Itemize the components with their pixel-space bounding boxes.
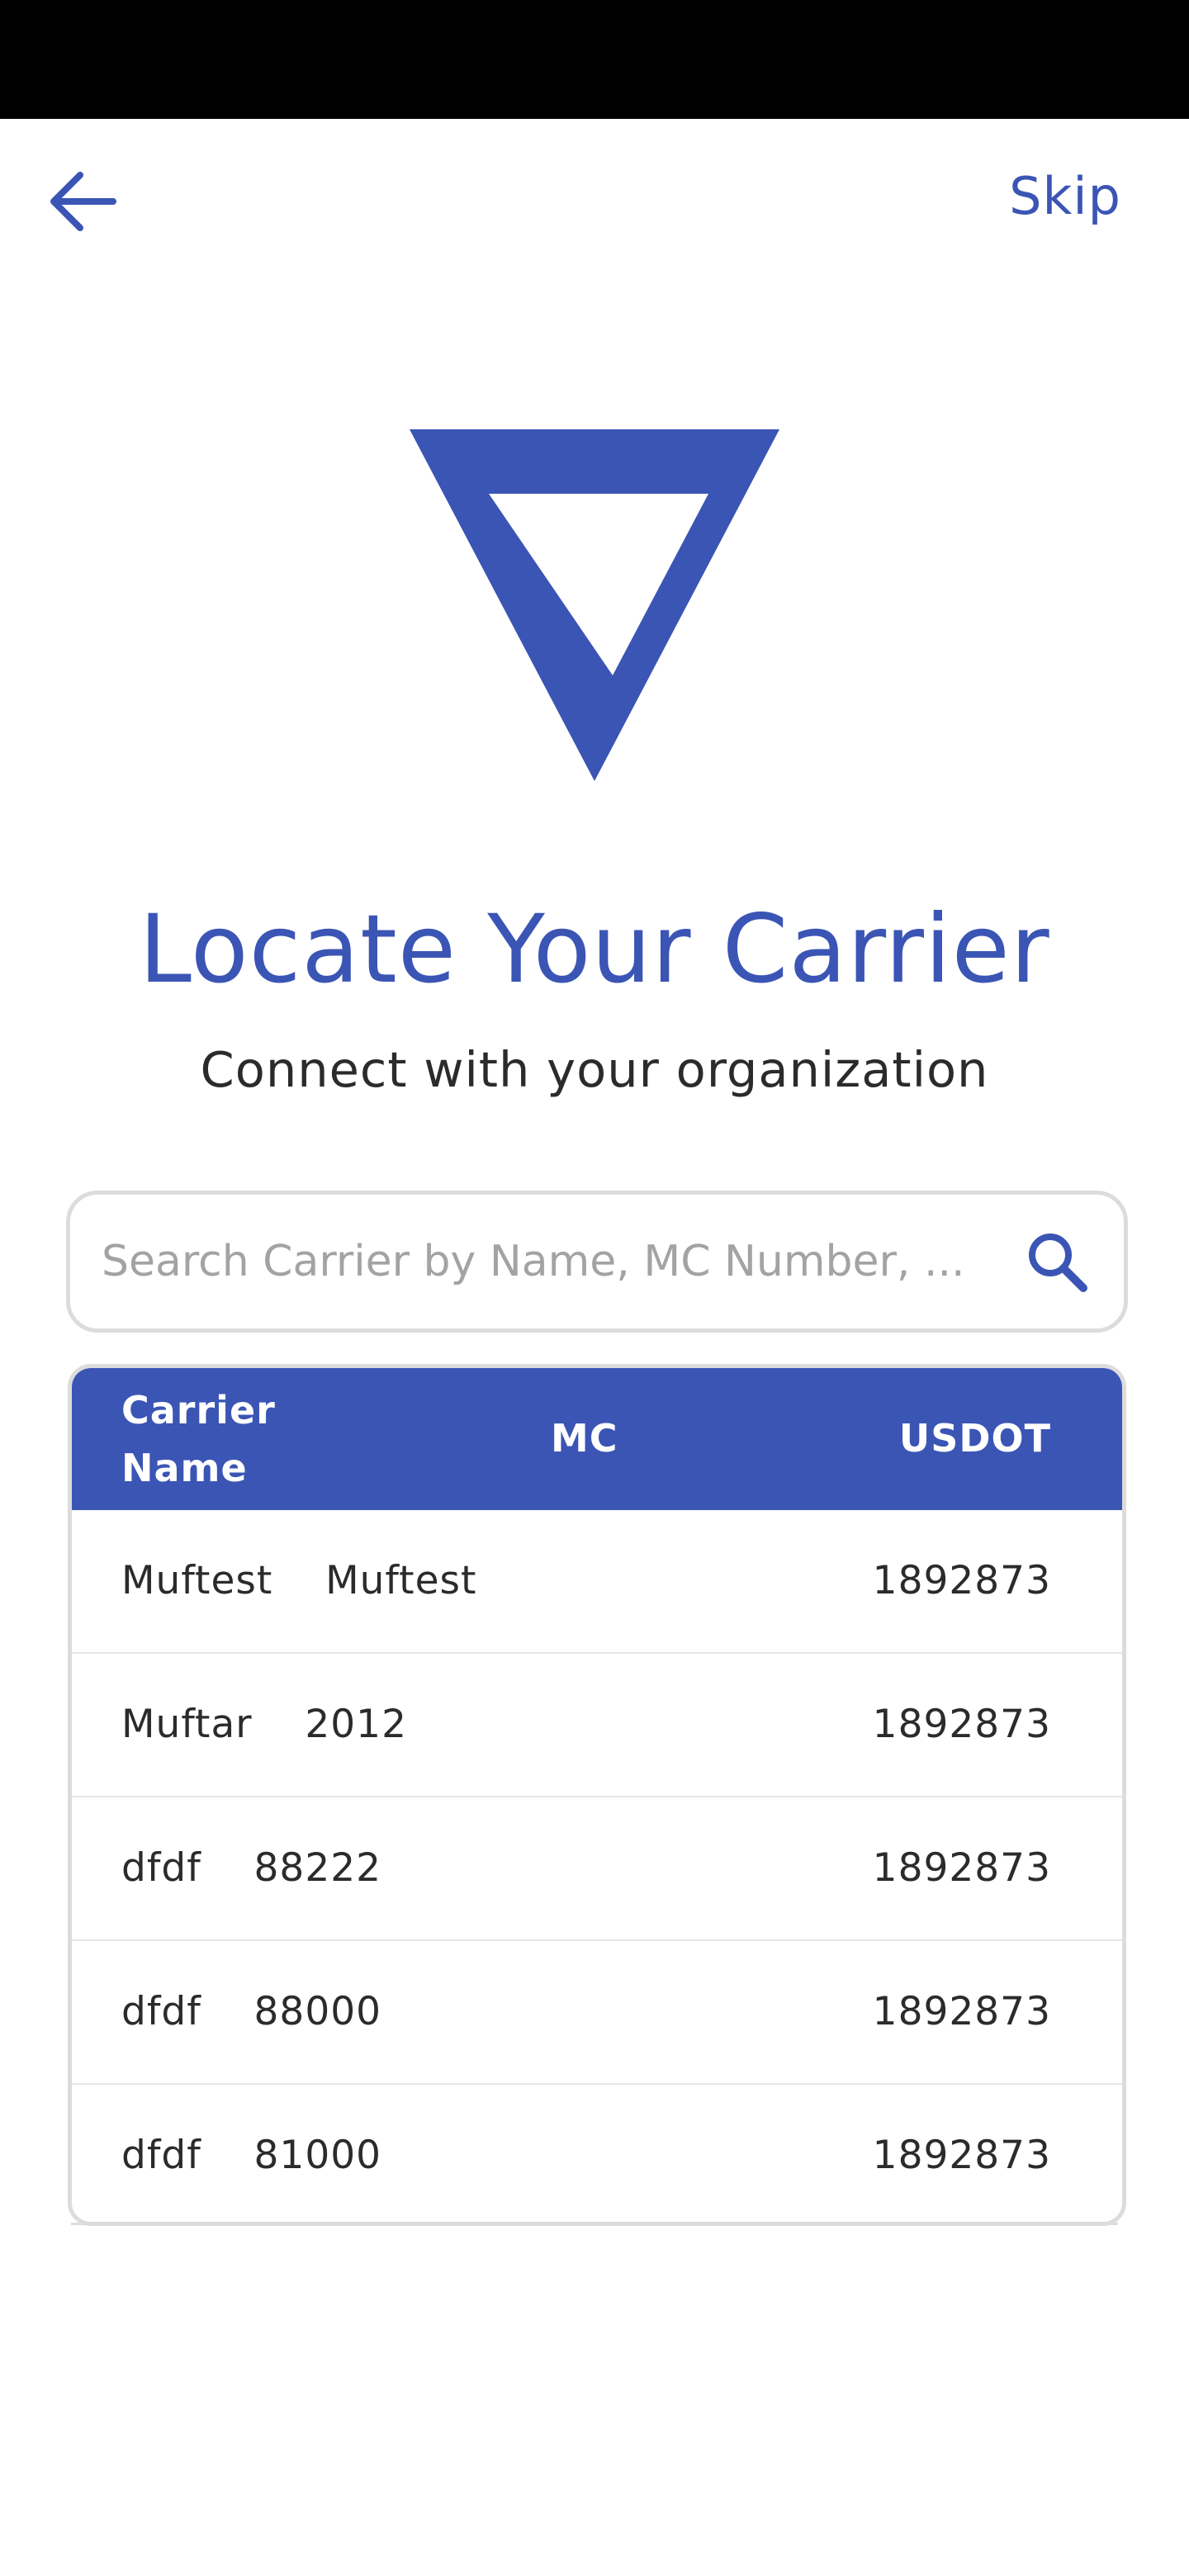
search-button[interactable]: [1011, 1216, 1102, 1307]
search-input[interactable]: [100, 1219, 1011, 1304]
table-row[interactable]: dfdf 88222 1892873: [72, 1797, 1122, 1941]
table-row[interactable]: Muftar 2012 1892873: [72, 1654, 1122, 1797]
back-button[interactable]: [43, 162, 122, 241]
carrier-name-cell: dfdf 88222: [121, 1845, 382, 1891]
page-title: Locate Your Carrier: [139, 894, 1050, 1004]
usdot-cell: 1892873: [872, 1989, 1051, 2034]
carrier-name-cell: Muftar 2012: [121, 1702, 407, 1747]
usdot-cell: 1892873: [872, 2133, 1051, 2178]
carrier-name-cell: dfdf 88000: [121, 1989, 382, 2034]
table-body: Muftest Muftest 1892873 Muftar 2012 1892…: [72, 1510, 1122, 2222]
arrow-left-icon: [50, 172, 116, 231]
usdot-cell: 1892873: [872, 1845, 1051, 1891]
table-header: Carrier Name MC USDOT: [72, 1368, 1122, 1510]
carrier-name-cell: Muftest Muftest: [121, 1558, 477, 1603]
column-header-mc: MC: [551, 1416, 618, 1461]
table-row[interactable]: dfdf 81000 1892873: [72, 2085, 1122, 2222]
triangle-logo-icon: [410, 429, 779, 781]
table-row[interactable]: Muftest Muftest 1892873: [72, 1510, 1122, 1654]
usdot-cell: 1892873: [872, 1702, 1051, 1747]
column-header-usdot: USDOT: [898, 1416, 1051, 1461]
page-subtitle: Connect with your organization: [200, 1041, 989, 1098]
table-row[interactable]: dfdf 88000 1892873: [72, 1941, 1122, 2085]
carrier-name-cell: dfdf 81000: [121, 2133, 382, 2178]
carrier-table: Carrier Name MC USDOT Muftest Muftest 18…: [68, 1364, 1126, 2226]
skip-button[interactable]: Skip: [1009, 163, 1121, 230]
status-bar: [0, 0, 1189, 119]
divider: [71, 2223, 1118, 2225]
column-header-carrier-name: Carrier Name: [121, 1388, 276, 1490]
search-icon: [1029, 1234, 1087, 1292]
search-box: [66, 1191, 1128, 1333]
usdot-cell: 1892873: [872, 1558, 1051, 1603]
